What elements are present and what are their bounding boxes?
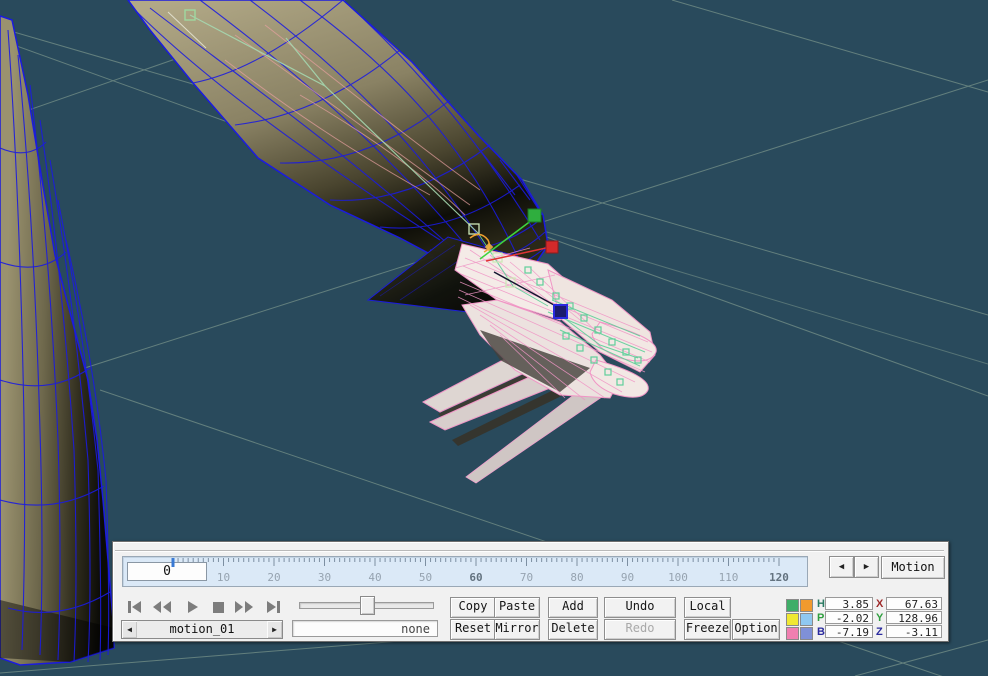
- svg-text:50: 50: [419, 571, 432, 584]
- playback-speed-slider-thumb[interactable]: [360, 596, 375, 615]
- mirror-button[interactable]: Mirror: [494, 619, 540, 640]
- reset-button[interactable]: Reset: [450, 619, 496, 640]
- motion-next-button[interactable]: ▶: [267, 621, 282, 638]
- y-axis-label: Y: [876, 612, 884, 624]
- freeze-button[interactable]: Freeze: [684, 619, 731, 640]
- bone-color-swatch-3[interactable]: [786, 613, 799, 626]
- svg-text:90: 90: [621, 571, 634, 584]
- svg-text:100: 100: [668, 571, 688, 584]
- redo-button: Redo: [604, 619, 676, 640]
- x-axis-label: X: [876, 598, 884, 610]
- bone-color-swatch-5[interactable]: [786, 627, 799, 640]
- p-rotation-value[interactable]: -2.02: [825, 611, 873, 625]
- svg-text:30: 30: [318, 571, 331, 584]
- option-button[interactable]: Option: [732, 619, 780, 640]
- svg-text:80: 80: [570, 571, 583, 584]
- frame-prev-button[interactable]: ◀: [829, 556, 854, 578]
- delete-button[interactable]: Delete: [548, 619, 598, 640]
- svg-text:10: 10: [217, 571, 230, 584]
- copy-button[interactable]: Copy: [450, 597, 496, 618]
- local-button[interactable]: Local: [684, 597, 731, 618]
- fast-forward-icon[interactable]: [233, 598, 255, 616]
- h-rotation-value[interactable]: 3.85: [825, 597, 873, 611]
- current-frame-input[interactable]: 0: [127, 562, 207, 581]
- bone-color-swatch-1[interactable]: [786, 599, 799, 612]
- panel-groove: [115, 550, 944, 552]
- skip-start-icon[interactable]: [125, 598, 145, 616]
- timeline-control-panel: 0 10 20 30 40 50 60 70 80 90 100 110 120 ◀ ▶ Motion…: [112, 541, 949, 642]
- motion-selector: ◀ motion_01 ▶: [121, 620, 283, 639]
- motion-button[interactable]: Motion: [881, 556, 945, 579]
- rewind-icon[interactable]: [151, 598, 173, 616]
- z-axis-label: Z: [876, 626, 883, 638]
- ruler-ticks: 10 20 30 40 50 60 70 80 90 100 110 120: [171, 558, 789, 584]
- motion-name-label: motion_01: [169, 622, 235, 636]
- selected-bone-marker[interactable]: [553, 304, 568, 319]
- svg-text:20: 20: [267, 571, 280, 584]
- svg-text:110: 110: [719, 571, 739, 584]
- bone-color-swatch-2[interactable]: [800, 599, 813, 612]
- x-position-value[interactable]: 67.63: [886, 597, 942, 611]
- play-icon[interactable]: [183, 598, 203, 616]
- svg-text:60: 60: [469, 571, 482, 584]
- frame-next-button[interactable]: ▶: [854, 556, 879, 578]
- undo-button[interactable]: Undo: [604, 597, 676, 618]
- motion-prev-button[interactable]: ◀: [122, 621, 137, 638]
- svg-text:70: 70: [520, 571, 533, 584]
- paste-button[interactable]: Paste: [494, 597, 540, 618]
- bone-color-swatch-6[interactable]: [800, 627, 813, 640]
- svg-text:120: 120: [769, 571, 789, 584]
- z-position-value[interactable]: -3.11: [886, 625, 942, 639]
- y-axis-handle[interactable]: [527, 208, 542, 223]
- skip-end-icon[interactable]: [264, 598, 284, 616]
- bone-color-swatch-4[interactable]: [800, 613, 813, 626]
- pose-name-field[interactable]: none: [292, 620, 438, 637]
- svg-text:40: 40: [368, 571, 381, 584]
- frame-ruler[interactable]: 0 10 20 30 40 50 60 70 80 90 100 110 120: [122, 556, 808, 587]
- add-button[interactable]: Add: [548, 597, 598, 618]
- b-rotation-value[interactable]: -7.19: [825, 625, 873, 639]
- x-axis-handle[interactable]: [545, 240, 559, 254]
- stop-icon[interactable]: [209, 598, 229, 616]
- y-position-value[interactable]: 128.96: [886, 611, 942, 625]
